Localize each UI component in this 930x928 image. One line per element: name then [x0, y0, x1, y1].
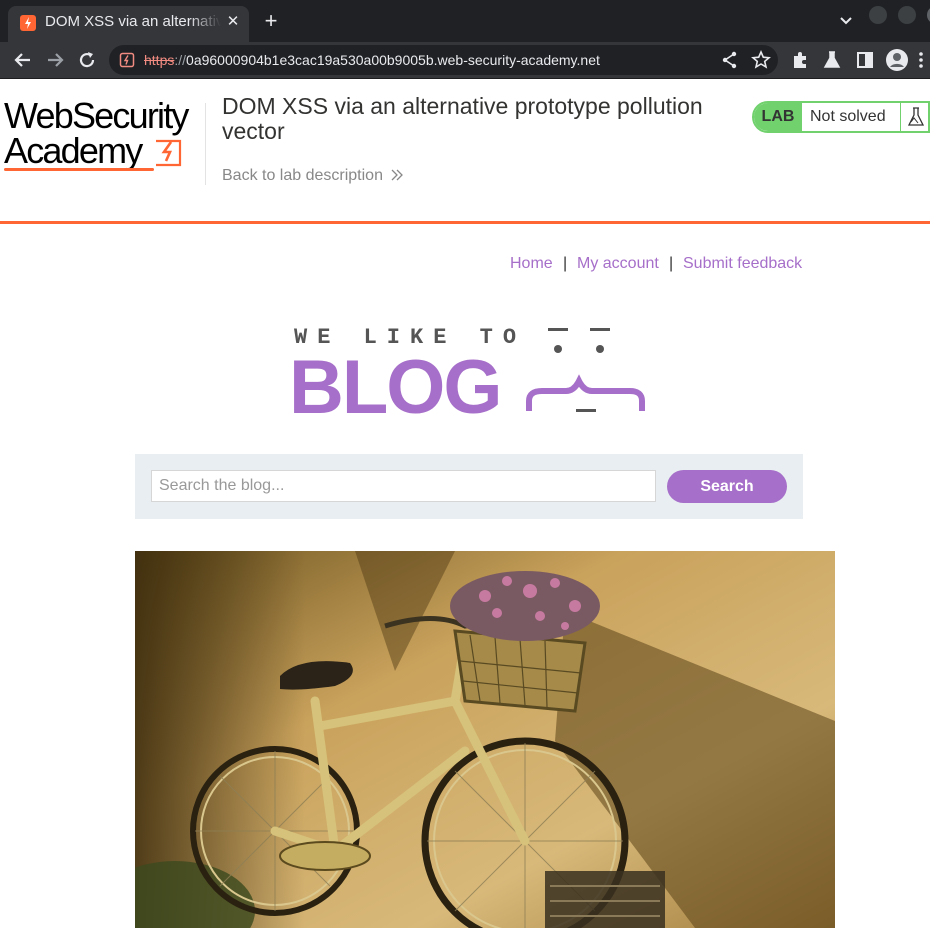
- address-bar[interactable]: https://0a96000904b1e3cac19a530a00b9005b…: [109, 45, 778, 75]
- browser-tabstrip: DOM XSS via an alternative prototype pol…: [0, 0, 930, 42]
- nav-submit-feedback-link[interactable]: Submit feedback: [683, 255, 802, 273]
- lab-title: DOM XSS via an alternative prototype pol…: [222, 93, 703, 144]
- url-host: 0a96000904b1e3cac19a530a00b9005b.web-sec…: [186, 52, 600, 68]
- nav-separator: |: [669, 255, 674, 272]
- nav-separator: |: [563, 255, 568, 272]
- labs-icon[interactable]: [820, 48, 844, 72]
- lab-status-flask: [900, 103, 930, 131]
- flask-icon: [907, 107, 925, 126]
- maximize-button[interactable]: [898, 6, 916, 24]
- tab-search-icon[interactable]: [836, 10, 856, 30]
- nav-home-link[interactable]: Home: [510, 255, 553, 273]
- logo-line2: Academy: [4, 130, 143, 171]
- web-security-academy-logo[interactable]: WebSecurity Academy: [4, 97, 204, 171]
- top-nav: Home | My account | Submit feedback: [0, 255, 930, 275]
- share-icon[interactable]: [718, 48, 742, 72]
- lab-badge: LAB: [754, 103, 802, 131]
- back-icon[interactable]: [11, 48, 35, 72]
- site-warning-icon[interactable]: [119, 52, 135, 68]
- back-to-lab-description-link[interactable]: Back to lab description: [222, 167, 403, 185]
- curly-face-icon: [526, 328, 645, 412]
- star-icon[interactable]: [749, 48, 773, 72]
- menu-icon[interactable]: [914, 48, 928, 72]
- search-section: Search: [135, 454, 803, 519]
- logo-underline: [4, 168, 154, 171]
- lab-status-text: Not solved: [810, 108, 886, 125]
- header-divider: [205, 103, 206, 185]
- nav-my-account-link[interactable]: My account: [577, 255, 659, 273]
- tab-title: DOM XSS via an alternative prototype pol…: [45, 13, 221, 30]
- lab-status-widget: LAB Not solved: [752, 101, 930, 133]
- reload-icon[interactable]: [75, 48, 99, 72]
- back-link-label: Back to lab description: [222, 167, 383, 184]
- search-button[interactable]: Search: [667, 470, 787, 503]
- bicycle-photo: [135, 551, 835, 928]
- browser-toolbar: https://0a96000904b1e3cac19a530a00b9005b…: [0, 42, 930, 79]
- profile-icon[interactable]: [885, 48, 909, 72]
- url-text: https://0a96000904b1e3cac19a530a00b9005b…: [144, 52, 600, 68]
- url-scheme: https: [144, 52, 175, 68]
- minimize-button[interactable]: [869, 6, 887, 24]
- blog-banner: WE LIKE TO BLOG: [289, 321, 649, 430]
- sidepanel-icon[interactable]: [853, 48, 877, 72]
- banner-title: BLOG: [289, 345, 503, 430]
- blog-post-image[interactable]: [135, 551, 835, 928]
- extensions-icon[interactable]: [788, 48, 812, 72]
- tab-close-icon[interactable]: ✕: [223, 12, 243, 32]
- lightning-logo-icon: [156, 139, 182, 167]
- lab-header: WebSecurity Academy DOM XSS via an alter…: [0, 79, 930, 224]
- forward-icon[interactable]: [43, 48, 67, 72]
- url-separator: ://: [174, 52, 187, 68]
- search-input[interactable]: [151, 470, 656, 502]
- new-tab-button[interactable]: +: [259, 9, 283, 33]
- double-chevron-right-icon: [391, 169, 403, 181]
- favicon-icon: [20, 15, 36, 31]
- browser-tab[interactable]: DOM XSS via an alternative prototype pol…: [8, 6, 249, 42]
